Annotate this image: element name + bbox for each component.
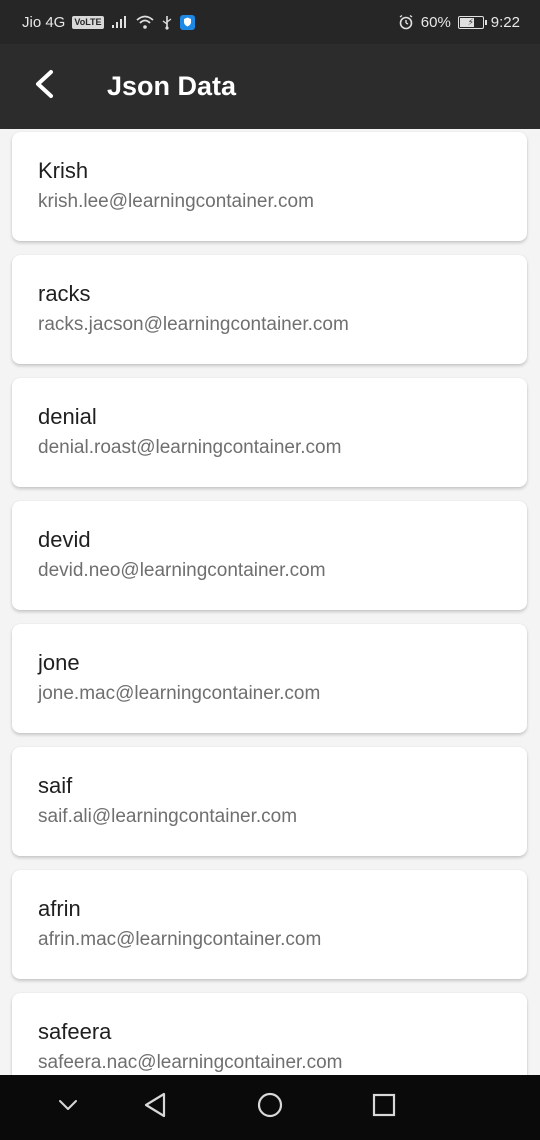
contact-email: afrin.mac@learningcontainer.com (38, 929, 322, 950)
back-button[interactable] (12, 55, 76, 119)
list-item[interactable]: saif saif.ali@learningcontainer.com (12, 747, 527, 856)
status-bar-left: Jio 4G VoLTE (22, 14, 195, 31)
contact-list[interactable]: Krish krish.lee@learningcontainer.com ra… (0, 129, 540, 1075)
list-item[interactable]: jone jone.mac@learningcontainer.com (12, 624, 527, 733)
nav-home-button[interactable] (238, 1075, 302, 1140)
signal-icon (111, 15, 129, 29)
contact-name: denial (38, 404, 97, 429)
list-item[interactable]: devid devid.neo@learningcontainer.com (12, 501, 527, 610)
contact-name: safeera (38, 1019, 112, 1044)
contact-name: devid (38, 527, 91, 552)
back-arrow-icon (33, 69, 55, 104)
contact-email: jone.mac@learningcontainer.com (38, 683, 321, 704)
list-item[interactable]: safeera safeera.nac@learningcontainer.co… (12, 993, 527, 1075)
status-bar: Jio 4G VoLTE 60% ⚡ 9:22 (0, 0, 540, 44)
circle-home-icon (256, 1091, 284, 1124)
list-item[interactable]: racks racks.jacson@learningcontainer.com (12, 255, 527, 364)
volte-badge: VoLTE (72, 15, 104, 29)
system-nav-bar (0, 1075, 540, 1140)
contact-email: safeera.nac@learningcontainer.com (38, 1052, 343, 1073)
battery-icon: ⚡ (457, 15, 487, 29)
clock: 9:22 (490, 13, 520, 31)
app-bar: Json Data (0, 44, 540, 129)
contact-name: afrin (38, 896, 81, 921)
contact-email: krish.lee@learningcontainer.com (38, 191, 314, 212)
contact-email: racks.jacson@learningcontainer.com (38, 314, 349, 335)
contact-name: saif (38, 773, 73, 798)
nav-back-button[interactable] (123, 1075, 187, 1140)
contact-email: devid.neo@learningcontainer.com (38, 560, 326, 581)
contact-name: racks (38, 281, 91, 306)
nav-recents-button[interactable] (352, 1075, 416, 1140)
nav-collapse-button[interactable] (36, 1075, 100, 1140)
carrier-label: Jio 4G (22, 13, 66, 31)
battery-percent: 60% (420, 13, 451, 31)
list-item[interactable]: Krish krish.lee@learningcontainer.com (12, 132, 527, 241)
contact-name: jone (38, 650, 80, 675)
wifi-icon (135, 15, 154, 29)
shield-icon (179, 14, 195, 30)
square-recents-icon (371, 1092, 397, 1123)
chevron-down-icon (57, 1098, 79, 1117)
status-bar-right: 60% ⚡ 9:22 (398, 14, 520, 31)
list-item[interactable]: afrin afrin.mac@learningcontainer.com (12, 870, 527, 979)
contact-email: denial.roast@learningcontainer.com (38, 437, 342, 458)
usb-icon (161, 15, 173, 30)
page-title: Json Data (107, 71, 237, 101)
triangle-back-icon (142, 1091, 168, 1124)
alarm-icon (398, 14, 414, 30)
list-item[interactable]: denial denial.roast@learningcontainer.co… (12, 378, 527, 487)
contact-name: Krish (38, 158, 89, 183)
contact-email: saif.ali@learningcontainer.com (38, 806, 298, 827)
